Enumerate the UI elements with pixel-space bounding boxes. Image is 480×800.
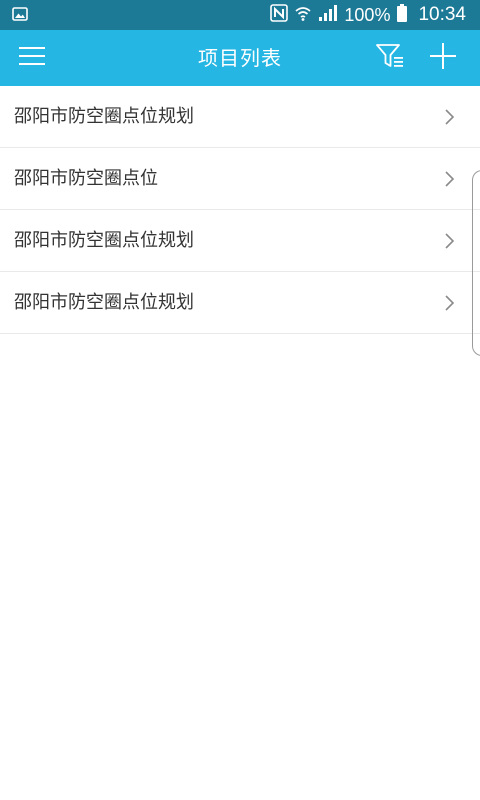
project-list-item[interactable]: 邵阳市防空圈点位 xyxy=(0,148,480,210)
battery-percent: 100% xyxy=(344,5,391,25)
nfc-icon xyxy=(270,4,289,26)
chevron-right-icon xyxy=(445,171,455,187)
filter-button[interactable] xyxy=(372,40,408,76)
signal-icon xyxy=(318,4,338,26)
status-left xyxy=(12,6,270,25)
status-time: 10:34 xyxy=(418,4,466,25)
battery-icon xyxy=(396,3,408,27)
wifi-icon xyxy=(294,4,312,26)
menu-icon[interactable] xyxy=(18,45,46,71)
edge-panel-handle[interactable] xyxy=(472,170,480,356)
menu-button[interactable] xyxy=(14,40,50,76)
project-list: 邵阳市防空圈点位规划 邵阳市防空圈点位 邵阳市防空圈点位规划 邵阳市防空圈点位规… xyxy=(0,86,480,334)
project-list-item[interactable]: 邵阳市防空圈点位规划 xyxy=(0,210,480,272)
project-list-item[interactable]: 邵阳市防空圈点位规划 xyxy=(0,86,480,148)
project-name: 邵阳市防空圈点位 xyxy=(14,168,158,189)
project-list-item[interactable]: 邵阳市防空圈点位规划 xyxy=(0,272,480,334)
status-right: 100% 10:34 xyxy=(270,0,466,30)
app-bar: 项目列表 xyxy=(0,30,480,86)
chevron-right-icon xyxy=(445,233,455,249)
project-name: 邵阳市防空圈点位规划 xyxy=(14,292,194,313)
chevron-right-icon xyxy=(445,109,455,125)
status-bar: 100% 10:34 xyxy=(0,0,480,30)
project-name: 邵阳市防空圈点位规划 xyxy=(14,106,194,127)
add-button[interactable] xyxy=(424,40,462,76)
add-icon[interactable] xyxy=(429,42,457,74)
filter-icon[interactable] xyxy=(375,42,405,74)
gallery-icon xyxy=(12,6,28,25)
project-name: 邵阳市防空圈点位规划 xyxy=(14,230,194,251)
page-title: 项目列表 xyxy=(198,46,282,70)
chevron-right-icon xyxy=(445,295,455,311)
